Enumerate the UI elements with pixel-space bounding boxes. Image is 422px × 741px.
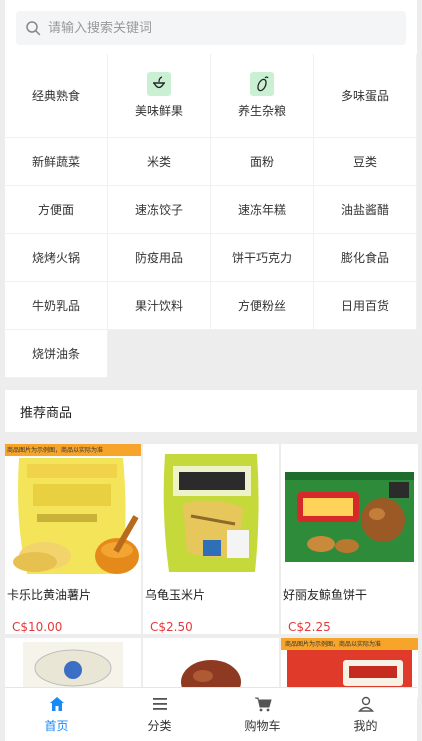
- category-label: 豆类: [352, 155, 377, 169]
- category-item[interactable]: 方便粉丝: [211, 282, 314, 330]
- cart-icon: [254, 697, 272, 712]
- product-price: C$2.25: [288, 620, 331, 634]
- image-notice-banner: 商品图片为示例图，商品以实际为准: [285, 641, 382, 648]
- category-item[interactable]: 牛奶乳品: [5, 282, 108, 330]
- product-name: 好丽友鲸鱼饼干: [283, 588, 368, 602]
- category-label: 牛奶乳品: [31, 299, 80, 313]
- product-image: 商品图片为示例图，商品以实际为准: [5, 444, 141, 580]
- category-label: 美味鲜果: [134, 104, 183, 118]
- category-label: 速冻年糕: [237, 203, 286, 217]
- category-label: 烧饼油条: [31, 347, 80, 361]
- category-label: 经典熟食: [31, 89, 80, 103]
- category-label: 米类: [146, 155, 171, 169]
- category-item[interactable]: 面粉: [211, 138, 314, 186]
- tab-label: 我的: [353, 719, 378, 733]
- category-label: 烧烤火锅: [31, 251, 80, 265]
- product-name: 乌龟玉米片: [145, 588, 206, 602]
- category-label: 方便粉丝: [237, 299, 286, 313]
- category-item[interactable]: 豆类: [314, 138, 417, 186]
- category-label: 饼干巧克力: [231, 251, 292, 265]
- category-item[interactable]: 多味蛋品: [314, 54, 417, 138]
- category-label: 面粉: [249, 155, 274, 169]
- category-item[interactable]: 烧烤火锅: [5, 234, 108, 282]
- product-price: C$10.00: [12, 620, 63, 634]
- category-item[interactable]: 速冻年糕: [211, 186, 314, 234]
- search-box[interactable]: [16, 11, 406, 45]
- category-item[interactable]: 果汁饮料: [108, 282, 211, 330]
- menu-icon: [152, 698, 167, 710]
- category-item[interactable]: 烧饼油条: [5, 330, 108, 378]
- category-label: 防疫用品: [134, 251, 183, 265]
- tab-cart[interactable]: 购物车: [211, 688, 314, 741]
- tab-category[interactable]: 分类: [108, 688, 211, 741]
- category-item[interactable]: 饼干巧克力: [211, 234, 314, 282]
- user-icon: [357, 696, 374, 712]
- image-notice-banner: 商品图片为示例图，商品以实际为准: [7, 447, 104, 454]
- product-grid: 商品图片为示例图，商品以实际为准 卡乐比黄油薯片 C$10.00 乌龟玉米片 C…: [5, 444, 418, 698]
- product-card[interactable]: 乌龟玉米片 C$2.50: [143, 444, 279, 634]
- category-label: 养生杂粮: [237, 104, 286, 118]
- product-name: 卡乐比黄油薯片: [7, 588, 92, 602]
- category-label: 果汁饮料: [134, 299, 183, 313]
- category-item[interactable]: 膨化食品: [314, 234, 417, 282]
- search-input[interactable]: [48, 20, 378, 36]
- category-item[interactable]: 经典熟食: [5, 54, 108, 138]
- bottom-tab-bar: 首页 分类 购物车 我的: [5, 687, 417, 741]
- tab-label: 分类: [147, 719, 172, 733]
- category-row-1: 经典熟食 美味鲜果 养生杂粮 多味蛋品: [5, 54, 417, 138]
- category-item[interactable]: 养生杂粮: [211, 54, 314, 138]
- category-grid: 新鲜蔬菜 米类 面粉 豆类 方便面 速冻饺子 速冻年糕 油盐酱醋 烧烤火锅 防疫…: [5, 138, 417, 378]
- category-label: 膨化食品: [340, 251, 389, 265]
- product-card[interactable]: 好丽友鲸鱼饼干 C$2.25: [281, 444, 418, 634]
- product-image: [281, 444, 418, 580]
- category-label: 方便面: [37, 203, 74, 217]
- category-label: 多味蛋品: [340, 89, 389, 103]
- category-item[interactable]: 方便面: [5, 186, 108, 234]
- product-price: C$2.50: [150, 620, 193, 634]
- recommend-header: 推荐商品: [5, 390, 417, 432]
- home-icon: [49, 697, 64, 711]
- category-label: 新鲜蔬菜: [31, 155, 80, 169]
- category-item[interactable]: 速冻饺子: [108, 186, 211, 234]
- category-item[interactable]: 日用百货: [314, 282, 417, 330]
- product-image: [143, 444, 279, 580]
- category-item[interactable]: 米类: [108, 138, 211, 186]
- recommend-title: 推荐商品: [20, 405, 73, 421]
- category-label: 速冻饺子: [134, 203, 183, 217]
- fruit-icon: [147, 72, 171, 96]
- category-label: 油盐酱醋: [340, 203, 389, 217]
- tab-home[interactable]: 首页: [5, 688, 108, 741]
- tab-label: 购物车: [244, 719, 281, 733]
- search-bar: [5, 0, 417, 54]
- category-item[interactable]: 防疫用品: [108, 234, 211, 282]
- search-icon: [26, 21, 41, 36]
- product-card[interactable]: 商品图片为示例图，商品以实际为准 卡乐比黄油薯片 C$10.00: [5, 444, 141, 634]
- category-label: 日用百货: [340, 299, 389, 313]
- grain-icon: [250, 72, 274, 96]
- tab-profile[interactable]: 我的: [314, 688, 417, 741]
- home-page: 经典熟食 美味鲜果 养生杂粮 多味蛋品: [0, 0, 422, 741]
- tab-label: 首页: [44, 719, 69, 733]
- category-item[interactable]: 油盐酱醋: [314, 186, 417, 234]
- category-item[interactable]: 美味鲜果: [108, 54, 211, 138]
- category-item[interactable]: 新鲜蔬菜: [5, 138, 108, 186]
